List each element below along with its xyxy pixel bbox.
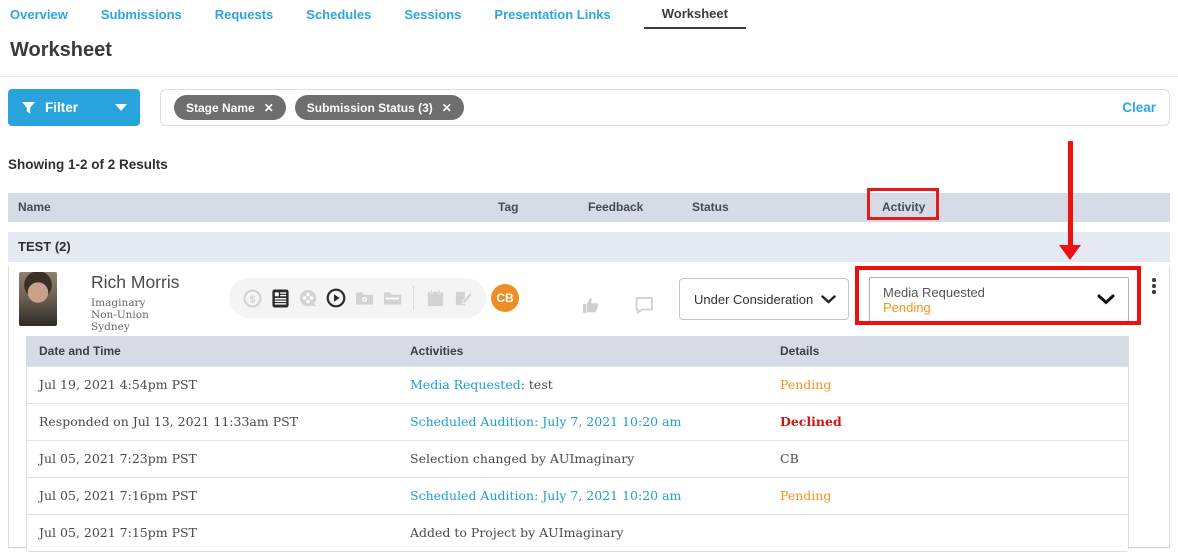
filter-chip-label: Stage Name: [186, 101, 255, 115]
top-nav: Overview Submissions Requests Schedules …: [0, 0, 1178, 29]
tab-worksheet[interactable]: Worksheet: [644, 0, 746, 29]
comment-icon[interactable]: [634, 296, 655, 319]
svg-text:$: $: [249, 294, 255, 305]
calendar-icon[interactable]: [425, 288, 445, 308]
tab-requests[interactable]: Requests: [215, 0, 274, 29]
filter-button[interactable]: Filter: [8, 89, 140, 126]
activity-detail: Pending: [780, 478, 831, 514]
activity-table-row: Jul 05, 2021 7:15pm PST Added to Project…: [27, 514, 1128, 551]
column-header-date-and-time: Date and Time: [39, 336, 121, 366]
column-header-details: Details: [780, 336, 819, 366]
activity-description: Selection changed by AUImaginary: [410, 441, 634, 477]
chevron-down-icon: [1097, 294, 1115, 305]
filter-chip-stage-name[interactable]: Stage Name ✕: [174, 95, 286, 120]
worksheet-table-header: Name Tag Feedback Status Activity: [8, 193, 1170, 222]
activity-dropdown[interactable]: Media Requested Pending: [869, 277, 1129, 322]
activity-table-row: Responded on Jul 13, 2021 11:33am PST Sc…: [27, 403, 1128, 440]
remove-chip-icon[interactable]: ✕: [442, 101, 452, 115]
status-dropdown[interactable]: Under Consideration: [679, 278, 849, 320]
tab-presentation-links[interactable]: Presentation Links: [494, 0, 610, 29]
remove-chip-icon[interactable]: ✕: [264, 101, 274, 115]
column-header-name: Name: [18, 193, 51, 222]
pill-divider: [413, 286, 414, 310]
activity-description: Added to Project by AUImaginary: [410, 515, 624, 551]
activity-detail: Declined: [780, 404, 842, 440]
activity-datetime: Jul 05, 2021 7:15pm PST: [39, 515, 197, 551]
talent-location: Sydney: [91, 321, 149, 333]
talent-agency: Imaginary: [91, 297, 149, 309]
column-header-activity: Activity: [882, 193, 925, 222]
folder-icon[interactable]: [382, 288, 402, 308]
activity-history-table: Date and Time Activities Details Jul 19,…: [26, 336, 1129, 552]
column-header-feedback: Feedback: [588, 193, 643, 222]
results-summary: Showing 1-2 of 2 Results: [8, 157, 168, 172]
activity-description: Scheduled Audition: July 7, 2021 10:20 a…: [410, 478, 681, 514]
chevron-down-icon: [821, 295, 836, 304]
resume-icon[interactable]: [270, 288, 290, 308]
activity-datetime: Jul 19, 2021 4:54pm PST: [39, 367, 197, 403]
status-dropdown-value: Under Consideration: [694, 292, 813, 307]
tag-badge[interactable]: CB: [491, 284, 519, 312]
thumbs-up-icon[interactable]: [581, 295, 602, 320]
pay-rate-icon[interactable]: $: [242, 288, 262, 308]
filter-funnel-icon: [21, 101, 36, 115]
tab-overview[interactable]: Overview: [10, 0, 68, 29]
reel-icon[interactable]: [298, 288, 318, 308]
page-title: Worksheet: [10, 39, 112, 62]
attachment-folder-icon[interactable]: [354, 288, 374, 308]
clear-filters-link[interactable]: Clear: [1122, 100, 1156, 115]
activity-detail: CB: [780, 441, 799, 477]
activity-link[interactable]: Scheduled Audition: July 7, 2021 10:20 a…: [410, 488, 681, 503]
activity-datetime: Jul 05, 2021 7:16pm PST: [39, 478, 197, 514]
title-divider: [0, 76, 1178, 77]
talent-headshot[interactable]: [19, 272, 57, 326]
activity-table-row: Jul 19, 2021 4:54pm PST Media Requested:…: [27, 366, 1128, 403]
activity-table-row: Jul 05, 2021 7:16pm PST Scheduled Auditi…: [27, 477, 1128, 514]
tab-sessions[interactable]: Sessions: [404, 0, 461, 29]
activity-datetime: Jul 05, 2021 7:23pm PST: [39, 441, 197, 477]
talent-union: Non-Union: [91, 309, 149, 321]
activity-table-header: Date and Time Activities Details: [27, 336, 1128, 366]
group-header-row[interactable]: TEST (2): [8, 232, 1170, 262]
activity-link[interactable]: Scheduled Audition: July 7, 2021 10:20 a…: [410, 414, 681, 429]
activity-text: Selection changed by AUImaginary: [410, 451, 634, 466]
talent-row: Rich Morris Imaginary Non-Union Sydney $: [8, 266, 1170, 548]
filter-button-label: Filter: [45, 100, 78, 115]
media-play-icon[interactable]: [326, 288, 346, 308]
activity-text: Added to Project by AUImaginary: [410, 525, 624, 540]
row-menu-kebab-icon[interactable]: [1147, 278, 1161, 294]
activity-datetime: Responded on Jul 13, 2021 11:33am PST: [39, 404, 298, 440]
filter-chip-submission-status[interactable]: Submission Status (3) ✕: [295, 95, 464, 120]
talent-name[interactable]: Rich Morris: [91, 272, 179, 293]
tab-schedules[interactable]: Schedules: [306, 0, 371, 29]
activity-dropdown-value: Media Requested: [883, 285, 985, 300]
activity-link[interactable]: Media Requested: [410, 377, 521, 392]
activity-dropdown-status: Pending: [883, 300, 985, 315]
notes-icon[interactable]: [453, 288, 473, 308]
column-header-status: Status: [692, 193, 729, 222]
activity-description: Media Requested: test: [410, 367, 553, 403]
worksheet-page: Overview Submissions Requests Schedules …: [0, 0, 1178, 554]
filter-chip-label: Submission Status (3): [307, 101, 433, 115]
column-header-activities: Activities: [410, 336, 463, 366]
tab-submissions[interactable]: Submissions: [101, 0, 182, 29]
active-filters-bar: Stage Name ✕ Submission Status (3) ✕ Cle…: [160, 89, 1170, 126]
activity-detail: Pending: [780, 367, 831, 403]
activity-text: : test: [521, 377, 553, 392]
caret-down-icon: [115, 104, 127, 111]
column-header-tag: Tag: [498, 193, 518, 222]
media-icons-pill: $: [229, 278, 486, 318]
activity-description: Scheduled Audition: July 7, 2021 10:20 a…: [410, 404, 681, 440]
activity-table-row: Jul 05, 2021 7:23pm PST Selection change…: [27, 440, 1128, 477]
talent-details: Imaginary Non-Union Sydney: [91, 297, 149, 333]
